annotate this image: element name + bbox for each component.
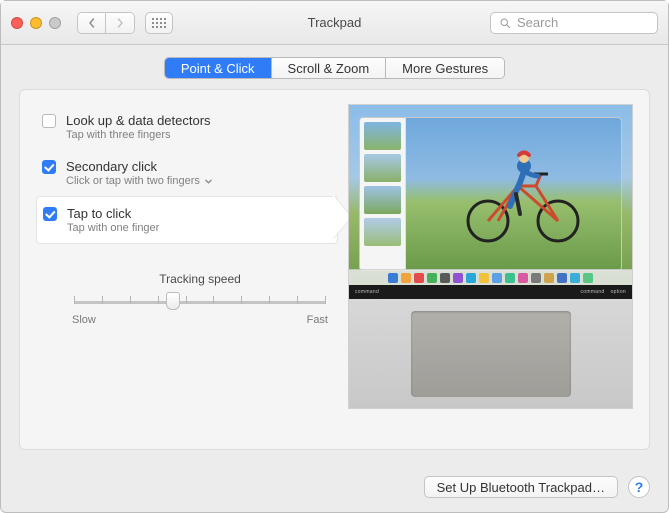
help-button[interactable]: ? [628, 476, 650, 498]
dock-icon [388, 273, 398, 283]
slider-fast-label: Fast [307, 314, 328, 326]
preview-photo [406, 118, 621, 270]
tapclick-title: Tap to click [67, 206, 159, 221]
back-button[interactable] [78, 13, 106, 33]
tap-to-click-checkbox[interactable] [43, 207, 57, 221]
tabs-container: Point & Click Scroll & Zoom More Gesture… [19, 57, 650, 79]
preview-trackpad-body [349, 299, 632, 408]
dock-icon [531, 273, 541, 283]
dock-icon [583, 273, 593, 283]
forward-button[interactable] [106, 13, 134, 33]
search-field[interactable]: Search [490, 12, 658, 34]
preview-thumbnails [360, 118, 406, 270]
dock-icon [557, 273, 567, 283]
tracking-speed-area: Tracking speed Slow Fast [70, 244, 330, 326]
tab-more-gestures[interactable]: More Gestures [386, 58, 504, 78]
dock-icon [505, 273, 515, 283]
dock-icon [466, 273, 476, 283]
dock-icon [401, 273, 411, 283]
lookup-checkbox[interactable] [42, 114, 56, 128]
dock-icon [492, 273, 502, 283]
options-row: Look up & data detectors Tap with three … [36, 104, 633, 409]
thumb [364, 218, 401, 246]
footer: Set Up Bluetooth Trackpad… ? [1, 466, 668, 512]
options-panel: Look up & data detectors Tap with three … [19, 89, 650, 450]
cyclist-illustration [446, 136, 596, 246]
dock-icon [427, 273, 437, 283]
secondary-title: Secondary click [66, 159, 213, 174]
thumb [364, 154, 401, 182]
dock-icon [440, 273, 450, 283]
thumb [364, 186, 401, 214]
chevron-left-icon [87, 18, 97, 28]
key-option-right: option [611, 289, 626, 295]
chevron-right-icon [115, 18, 125, 28]
window-title: Trackpad [308, 15, 362, 30]
system-preferences-window: Trackpad Search Point & Click Scroll & Z… [0, 0, 669, 513]
minimize-window-button[interactable] [30, 17, 42, 29]
option-lookup[interactable]: Look up & data detectors Tap with three … [36, 104, 338, 150]
close-window-button[interactable] [11, 17, 23, 29]
gesture-preview: command command option [348, 104, 633, 409]
dock-icon [544, 273, 554, 283]
nav-back-forward [77, 12, 135, 34]
tab-scroll-and-zoom[interactable]: Scroll & Zoom [272, 58, 387, 78]
tabs: Point & Click Scroll & Zoom More Gesture… [164, 57, 505, 79]
secondary-click-checkbox[interactable] [42, 160, 56, 174]
window-controls [11, 17, 61, 29]
tapclick-sub: Tap with one finger [67, 222, 159, 234]
titlebar: Trackpad Search [1, 1, 668, 45]
key-command-right: command [581, 289, 605, 295]
secondary-sub-menu[interactable]: Click or tap with two fingers [66, 175, 213, 187]
dock-icon [414, 273, 424, 283]
tapclick-texts: Tap to click Tap with one finger [67, 206, 159, 234]
content-area: Point & Click Scroll & Zoom More Gesture… [1, 45, 668, 466]
options-list: Look up & data detectors Tap with three … [36, 104, 338, 409]
search-placeholder: Search [517, 15, 558, 30]
key-command-left: command [355, 289, 379, 295]
dock-icon [518, 273, 528, 283]
preview-trackpad-surface [411, 311, 571, 397]
dock-icon [453, 273, 463, 283]
lookup-title: Look up & data detectors [66, 113, 211, 128]
chevron-down-icon [204, 177, 213, 186]
tab-point-and-click[interactable]: Point & Click [165, 58, 272, 78]
preview-screen [349, 105, 632, 285]
slider-slow-label: Slow [72, 314, 96, 326]
preview-dock [349, 269, 632, 285]
lookup-texts: Look up & data detectors Tap with three … [66, 113, 211, 141]
option-secondary-click[interactable]: Secondary click Click or tap with two fi… [36, 150, 338, 196]
secondary-texts: Secondary click Click or tap with two fi… [66, 159, 213, 187]
option-tap-to-click[interactable]: Tap to click Tap with one finger [36, 196, 338, 244]
setup-bluetooth-trackpad-button[interactable]: Set Up Bluetooth Trackpad… [424, 476, 618, 498]
grid-icon [152, 18, 166, 28]
tracking-speed-label: Tracking speed [70, 272, 330, 286]
preview-app-window [359, 117, 622, 271]
secondary-sub-label: Click or tap with two fingers [66, 175, 200, 187]
tracking-speed-slider[interactable] [70, 292, 330, 312]
lookup-sub: Tap with three fingers [66, 129, 211, 141]
show-all-preferences-button[interactable] [145, 12, 173, 34]
zoom-window-button[interactable] [49, 17, 61, 29]
slider-ticks [74, 296, 326, 304]
slider-labels: Slow Fast [70, 314, 330, 326]
search-icon [499, 17, 511, 29]
slider-knob[interactable] [166, 292, 180, 310]
dock-icon [479, 273, 489, 283]
dock-icon [570, 273, 580, 283]
thumb [364, 122, 401, 150]
preview-keyboard-row: command command option [349, 285, 632, 299]
